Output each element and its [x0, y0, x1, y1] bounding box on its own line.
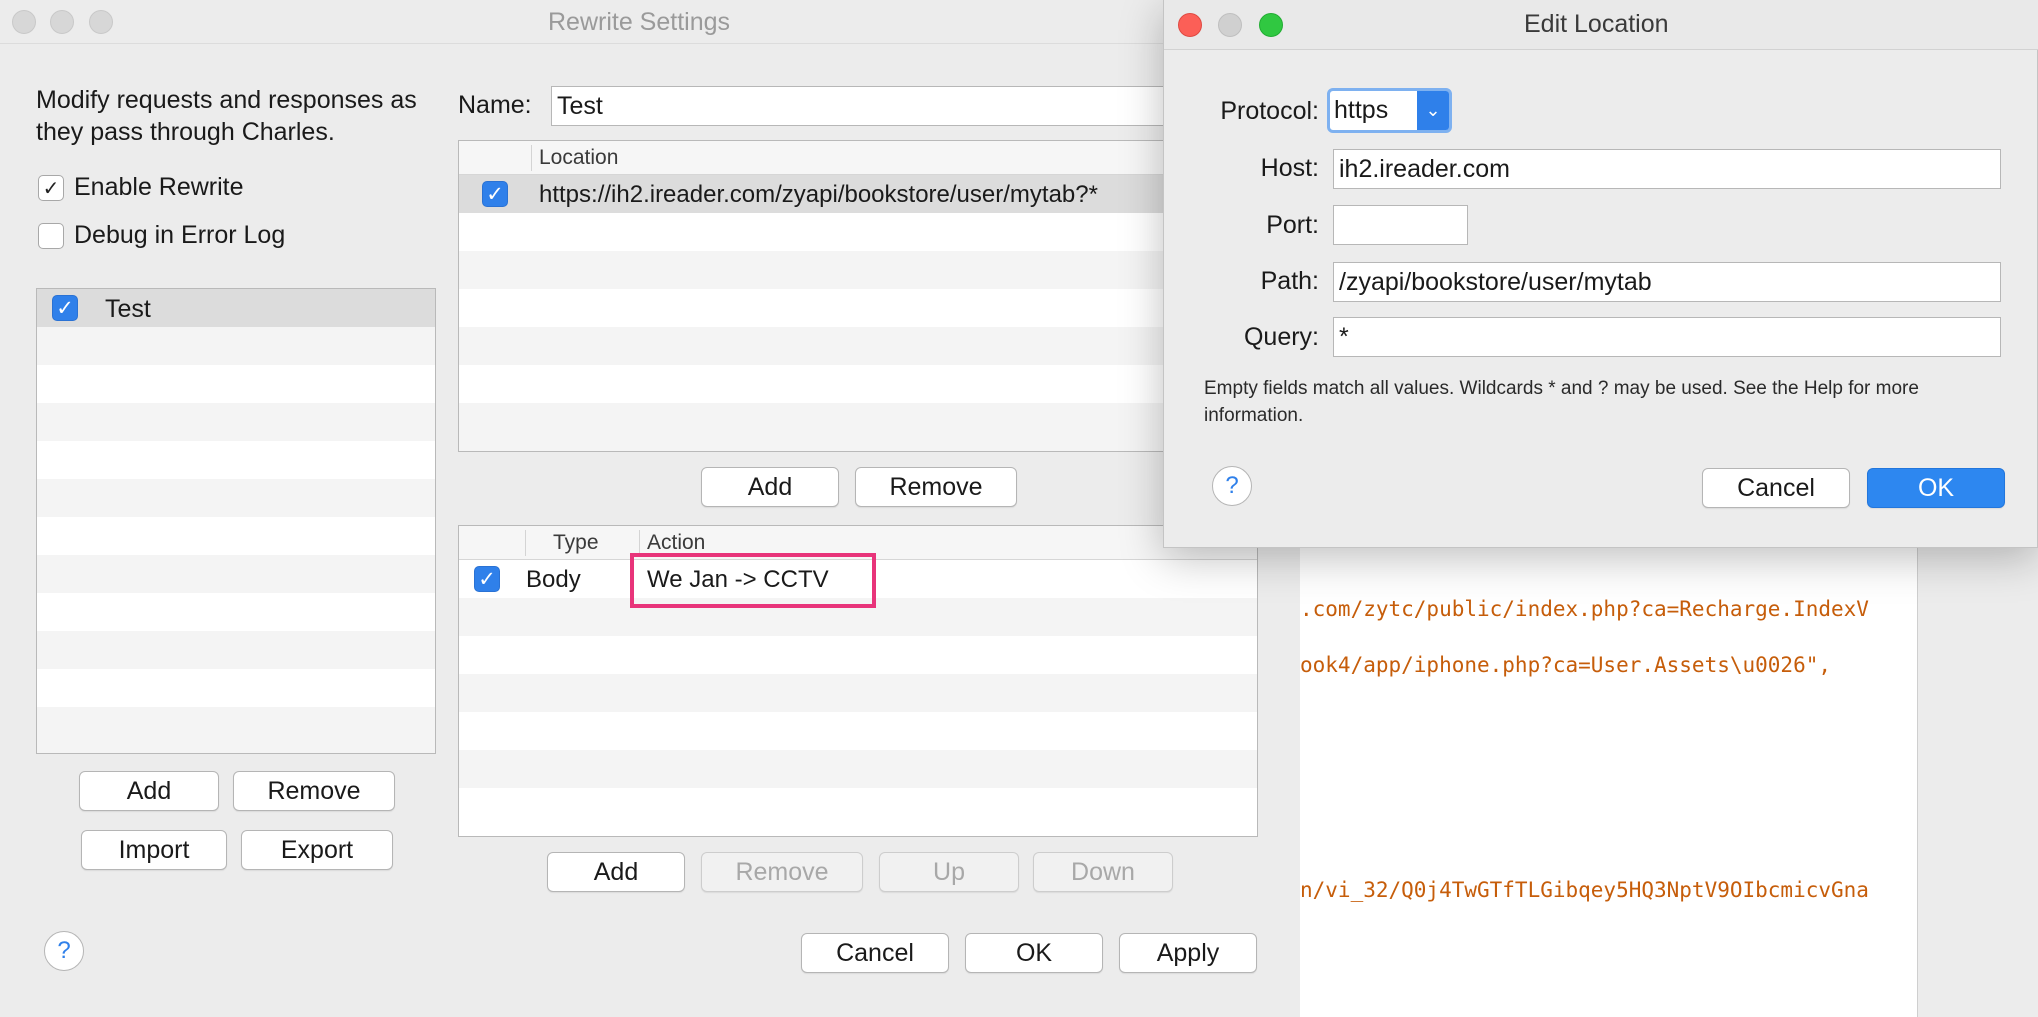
cancel-button[interactable]: Cancel [801, 933, 949, 973]
set-enabled-checkbox[interactable]: ✓ [52, 295, 78, 321]
empty-row [459, 365, 1257, 403]
empty-row [37, 441, 435, 479]
ok-button[interactable]: OK [965, 933, 1103, 973]
help-button[interactable]: ? [44, 931, 84, 971]
highlight-box [630, 553, 876, 608]
empty-row [37, 365, 435, 403]
chevron-down-icon: ⌄ [1417, 91, 1449, 130]
table-row[interactable]: ✓ https://ih2.ireader.com/zyapi/bookstor… [459, 175, 1257, 213]
list-item[interactable]: ✓ Test [37, 289, 435, 327]
add-set-button[interactable]: Add [79, 771, 219, 811]
set-name: Test [105, 295, 151, 323]
location-url: https://ih2.ireader.com/zyapi/bookstore/… [539, 181, 1098, 208]
remove-set-button[interactable]: Remove [233, 771, 395, 811]
move-up-button[interactable]: Up [879, 852, 1019, 892]
help-note: Empty fields match all values. Wildcards… [1204, 378, 1919, 426]
dialog-ok-button[interactable]: OK [1867, 468, 2005, 508]
location-enabled-checkbox[interactable]: ✓ [482, 181, 508, 207]
edit-location-dialog: Edit Location Protocol: https ⌄ Host: ih… [1163, 0, 2038, 548]
debug-label: Debug in Error Log [74, 221, 286, 249]
add-location-button[interactable]: Add [701, 467, 839, 507]
description-text: Modify requests and responses as they pa… [36, 86, 417, 146]
code-line: ook4/app/iphone.php?ca=User.Assets\u0026… [1300, 653, 1832, 677]
import-button[interactable]: Import [81, 830, 227, 870]
debug-checkbox[interactable] [38, 223, 64, 249]
dialog-cancel-button[interactable]: Cancel [1702, 468, 1850, 508]
protocol-select[interactable]: https ⌄ [1327, 88, 1452, 133]
location-table[interactable]: Location ✓ https://ih2.ireader.com/zyapi… [458, 140, 1258, 452]
protocol-label: Protocol: [1220, 97, 1319, 125]
dialog-minimize-button[interactable] [1218, 13, 1242, 37]
empty-row [37, 707, 435, 753]
title-bar: Rewrite Settings [0, 0, 1300, 44]
query-label: Query: [1243, 323, 1319, 351]
host-input[interactable]: ih2.ireader.com [1333, 149, 2001, 189]
close-button[interactable] [12, 10, 36, 34]
query-input[interactable]: * [1333, 317, 2001, 357]
empty-row [37, 479, 435, 517]
empty-row [37, 669, 435, 707]
empty-row [459, 674, 1257, 712]
window-title: Rewrite Settings [548, 8, 731, 36]
apply-button[interactable]: Apply [1119, 933, 1257, 973]
enable-rewrite-checkbox[interactable]: ✓ [38, 175, 64, 201]
code-line: n/vi_32/Q0j4TwGTfTLGibqey5HQ3NptV9OIbcmi… [1300, 878, 1869, 902]
empty-row [37, 517, 435, 555]
action-column-header[interactable]: Action [647, 531, 705, 555]
dialog-help-button[interactable]: ? [1212, 466, 1252, 506]
path-input[interactable]: /zyapi/bookstore/user/mytab [1333, 262, 2001, 302]
dialog-zoom-button[interactable] [1259, 13, 1283, 37]
export-button[interactable]: Export [241, 830, 393, 870]
move-down-button[interactable]: Down [1033, 852, 1173, 892]
minimize-button[interactable] [50, 10, 74, 34]
empty-row [459, 213, 1257, 251]
name-label: Name: [458, 91, 532, 119]
zoom-button[interactable] [89, 10, 113, 34]
empty-row [459, 712, 1257, 750]
empty-row [459, 289, 1257, 327]
empty-row [459, 327, 1257, 365]
location-column-header[interactable]: Location [539, 146, 618, 170]
protocol-value: https [1334, 96, 1389, 124]
column-separator [531, 145, 532, 171]
location-table-header: Location [459, 141, 1257, 175]
empty-row [459, 636, 1257, 674]
rewrite-settings-window: Rewrite Settings Modify requests and res… [0, 0, 1300, 1017]
remove-location-button[interactable]: Remove [855, 467, 1017, 507]
empty-row [37, 593, 435, 631]
code-line: .com/zytc/public/index.php?ca=Recharge.I… [1300, 597, 1869, 621]
empty-row [37, 555, 435, 593]
type-column-header[interactable]: Type [553, 531, 599, 555]
port-label: Port: [1266, 211, 1319, 239]
enable-rewrite-label: Enable Rewrite [74, 173, 244, 201]
rewrite-sets-list[interactable]: ✓ Test [36, 288, 436, 754]
rule-type: Body [526, 566, 581, 593]
host-label: Host: [1260, 154, 1319, 182]
empty-row [37, 631, 435, 669]
dialog-title: Edit Location [1524, 10, 1669, 38]
checkmark-icon: ✓ [42, 177, 60, 200]
empty-row [459, 403, 1257, 451]
empty-row [37, 403, 435, 441]
add-rule-button[interactable]: Add [547, 852, 685, 892]
empty-row [459, 788, 1257, 836]
name-input[interactable]: Test [551, 86, 1171, 126]
checkmark-icon: ✓ [56, 296, 74, 320]
checkmark-icon: ✓ [486, 182, 504, 206]
rule-enabled-checkbox[interactable]: ✓ [474, 566, 500, 592]
dialog-close-button[interactable] [1178, 13, 1202, 37]
checkmark-icon: ✓ [478, 567, 496, 591]
remove-rule-button[interactable]: Remove [701, 852, 863, 892]
empty-row [459, 251, 1257, 289]
dialog-title-bar: Edit Location [1164, 0, 2038, 50]
path-label: Path: [1260, 267, 1319, 295]
empty-row [37, 327, 435, 365]
empty-row [459, 750, 1257, 788]
column-separator [525, 530, 526, 556]
port-input[interactable] [1333, 205, 1468, 245]
